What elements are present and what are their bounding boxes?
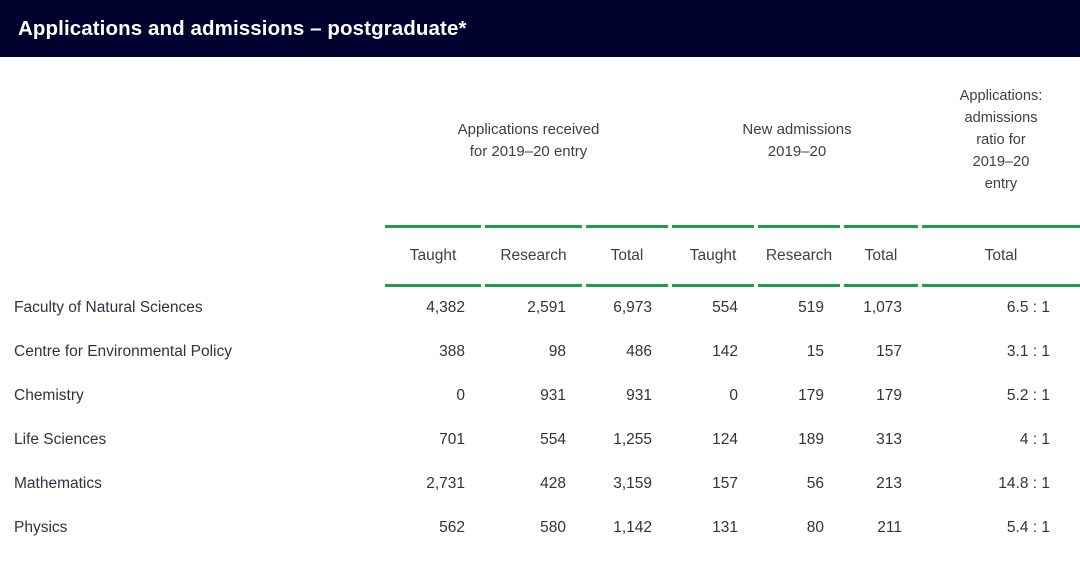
table-cell: 554 bbox=[485, 419, 582, 461]
group-header-admissions-line2: 2019–20 bbox=[768, 141, 826, 163]
subheader-admissions-taught: Taught bbox=[672, 225, 754, 287]
group-header-applications-line2: for 2019–20 entry bbox=[470, 141, 588, 163]
table-cell: 4 : 1 bbox=[922, 419, 1080, 461]
table-row-label: Chemistry bbox=[0, 375, 381, 417]
table-cell: 15 bbox=[758, 331, 840, 373]
table-cell: 5.4 : 1 bbox=[922, 507, 1080, 549]
table-cell bbox=[922, 551, 1080, 572]
table-cell: 3,159 bbox=[586, 463, 668, 505]
table-row-label: Centre for Environmental Policy bbox=[0, 331, 381, 373]
subheader-applications-total: Total bbox=[586, 225, 668, 287]
table-cell: 189 bbox=[758, 419, 840, 461]
group-header-ratio: Applications: admissions ratio for 2019–… bbox=[922, 57, 1080, 225]
table-cell: 0 bbox=[385, 375, 481, 417]
table-cell: 1,073 bbox=[844, 287, 918, 329]
table-cell: 2,731 bbox=[385, 463, 481, 505]
table-cell: 428 bbox=[485, 463, 582, 505]
table-cell bbox=[385, 551, 481, 572]
group-header-ratio-line1: Applications: bbox=[960, 86, 1043, 108]
table-cell bbox=[672, 551, 754, 572]
table-cell bbox=[485, 551, 582, 572]
table-page: Applications and admissions – postgradua… bbox=[0, 0, 1080, 572]
table-cell: 2,591 bbox=[485, 287, 582, 329]
data-table: Applications received for 2019–20 entry … bbox=[0, 57, 1080, 287]
subheader-admissions-total: Total bbox=[844, 225, 918, 287]
table-cell bbox=[586, 551, 668, 572]
subheader-applications-taught: Taught bbox=[385, 225, 481, 287]
group-header-blank bbox=[0, 57, 385, 225]
table-row-label bbox=[0, 551, 381, 572]
table-cell: 142 bbox=[672, 331, 754, 373]
table-cell: 6,973 bbox=[586, 287, 668, 329]
table-cell: 701 bbox=[385, 419, 481, 461]
table-cell: 213 bbox=[844, 463, 918, 505]
table-cell: 519 bbox=[758, 287, 840, 329]
subheader-ratio-total: Total bbox=[922, 225, 1080, 287]
table-cell: 3.1 : 1 bbox=[922, 331, 1080, 373]
table-cell: 14.8 : 1 bbox=[922, 463, 1080, 505]
table-cell: 4,382 bbox=[385, 287, 481, 329]
table-row-label: Faculty of Natural Sciences bbox=[0, 287, 381, 329]
table-cell: 157 bbox=[844, 331, 918, 373]
table-cell: 562 bbox=[385, 507, 481, 549]
table-cell: 211 bbox=[844, 507, 918, 549]
group-header-applications: Applications received for 2019–20 entry bbox=[385, 57, 672, 225]
table-cell bbox=[758, 551, 840, 572]
table-cell: 1,255 bbox=[586, 419, 668, 461]
table-cell: 6.5 : 1 bbox=[922, 287, 1080, 329]
table-cell: 388 bbox=[385, 331, 481, 373]
table-body: Faculty of Natural Sciences4,3822,5916,9… bbox=[0, 287, 1080, 572]
table-cell: 56 bbox=[758, 463, 840, 505]
subheader-applications-research: Research bbox=[485, 225, 582, 287]
page-title: Applications and admissions – postgradua… bbox=[18, 17, 467, 41]
table-cell: 5.2 : 1 bbox=[922, 375, 1080, 417]
subheader-blank bbox=[0, 225, 381, 287]
table-cell: 157 bbox=[672, 463, 754, 505]
table-cell bbox=[844, 551, 918, 572]
table-cell: 124 bbox=[672, 419, 754, 461]
table-cell: 179 bbox=[844, 375, 918, 417]
table-row-label: Mathematics bbox=[0, 463, 381, 505]
table-cell: 179 bbox=[758, 375, 840, 417]
table-cell: 486 bbox=[586, 331, 668, 373]
group-header-ratio-line5: entry bbox=[985, 174, 1017, 196]
table-cell: 313 bbox=[844, 419, 918, 461]
table-row-label: Life Sciences bbox=[0, 419, 381, 461]
table-cell: 931 bbox=[485, 375, 582, 417]
group-header-ratio-line4: 2019–20 bbox=[973, 152, 1030, 174]
table-cell: 931 bbox=[586, 375, 668, 417]
table-cell: 1,142 bbox=[586, 507, 668, 549]
group-header-admissions-line1: New admissions bbox=[742, 119, 851, 141]
table-cell: 131 bbox=[672, 507, 754, 549]
table-cell: 98 bbox=[485, 331, 582, 373]
table-row-label: Physics bbox=[0, 507, 381, 549]
group-header-applications-line1: Applications received bbox=[458, 119, 600, 141]
group-header-admissions: New admissions 2019–20 bbox=[672, 57, 922, 225]
subheader-admissions-research: Research bbox=[758, 225, 840, 287]
table-cell: 80 bbox=[758, 507, 840, 549]
title-bar: Applications and admissions – postgradua… bbox=[0, 0, 1080, 57]
group-header-ratio-line2: admissions bbox=[965, 108, 1038, 130]
table-cell: 554 bbox=[672, 287, 754, 329]
table-cell: 580 bbox=[485, 507, 582, 549]
table-cell: 0 bbox=[672, 375, 754, 417]
group-header-ratio-line3: ratio for bbox=[976, 130, 1025, 152]
